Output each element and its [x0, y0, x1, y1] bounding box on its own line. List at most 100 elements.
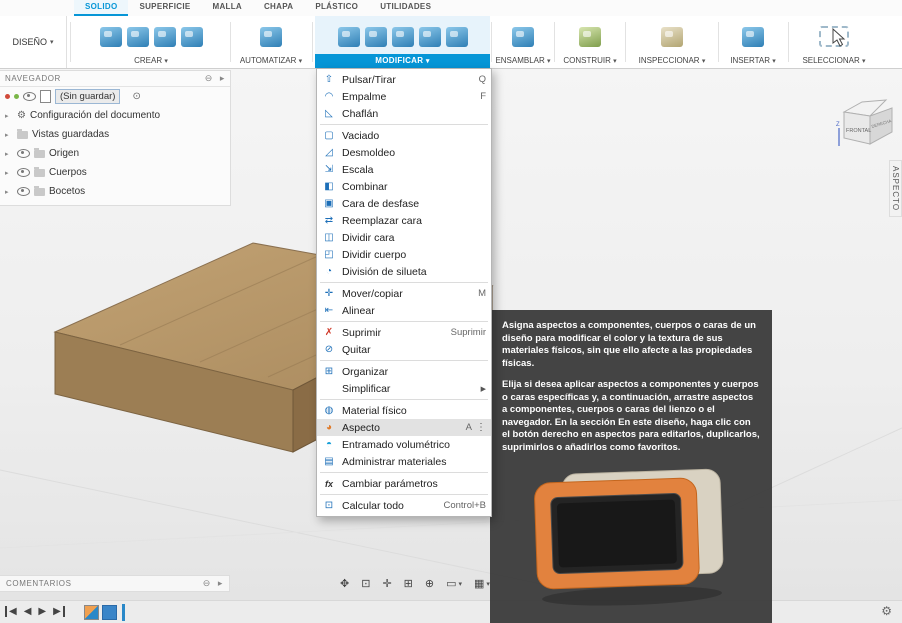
menu-item-mover-copiar[interactable]: ✛ Mover/copiar M — [317, 285, 491, 302]
go-to-start-icon[interactable]: ◀ — [5, 606, 17, 617]
modificar-menu-button[interactable]: MODIFICAR ▾ — [315, 54, 490, 68]
browser-row-doc-settings[interactable]: ▸ ⚙ Configuración del documento — [0, 106, 230, 125]
sweep-icon[interactable] — [153, 26, 176, 47]
tab-plastico[interactable]: PLÁSTICO — [304, 0, 369, 16]
construir-menu-button[interactable]: CONSTRUIR ▾ — [556, 55, 624, 68]
orbit-icon[interactable]: ✥ — [340, 577, 349, 590]
shell-icon[interactable] — [391, 27, 414, 47]
tab-superficie[interactable]: SUPERFICIE — [128, 0, 201, 16]
timeline-settings-gear-icon[interactable]: ⚙ — [881, 604, 892, 618]
insertar-menu-button[interactable]: INSERTAR ▾ — [720, 55, 786, 68]
zoom-window-icon[interactable]: ⊞ — [404, 577, 413, 590]
pan-icon[interactable]: ✛ — [382, 577, 391, 590]
menu-item-label: Pulsar/Tirar — [342, 73, 396, 86]
display-settings-icon[interactable]: ▭ ▾ — [446, 577, 462, 590]
play-icon[interactable]: ▶ — [38, 606, 46, 617]
activate-component-icon[interactable]: ⊙ — [132, 91, 140, 102]
fillet-icon[interactable] — [364, 27, 387, 47]
viewcube[interactable]: FRONTAL DERECHA Z — [834, 88, 898, 157]
pin-panel-icon[interactable]: ▸ — [220, 73, 225, 84]
go-to-end-icon[interactable]: ▶ — [53, 606, 65, 617]
timeline-extrude-feature-icon[interactable] — [102, 605, 117, 620]
automatizar-menu-button[interactable]: AUTOMATIZAR ▾ — [232, 55, 310, 68]
browser-row-origin[interactable]: ▸ Origen — [0, 144, 230, 163]
browser-row-bodies[interactable]: ▸ Cuerpos — [0, 163, 230, 182]
menu-item-label: Dividir cara — [342, 231, 395, 244]
browser-row-document[interactable]: (Sin guardar) ⊙ — [0, 87, 230, 106]
menu-item-division-de-silueta[interactable]: ◔ División de silueta — [317, 263, 491, 280]
collapse-panel-icon[interactable]: ⊖ — [203, 578, 211, 589]
menu-item-chaflan[interactable]: ◺ Chaflán — [317, 105, 491, 122]
menu-item-escala[interactable]: ⇲ Escala — [317, 161, 491, 178]
insert-icon[interactable] — [742, 26, 764, 47]
look-at-icon[interactable]: ⊡ — [361, 577, 370, 590]
browser-row-sketches[interactable]: ▸ Bocetos — [0, 182, 230, 201]
menu-item-vaciado[interactable]: ▢ Vaciado — [317, 127, 491, 144]
timeline-marker[interactable] — [122, 604, 125, 621]
menu-item-aspecto[interactable]: ◕ Aspecto A ⋮ — [317, 419, 491, 436]
tab-chapa[interactable]: CHAPA — [253, 0, 304, 16]
timeline-playback-controls: ◀ ◀ ▶ ▶ — [5, 606, 65, 617]
design-workspace-dropdown[interactable]: DISEÑO ▾ — [0, 16, 67, 68]
document-name[interactable]: (Sin guardar) — [55, 89, 121, 104]
more-options-icon[interactable]: ⋮ — [476, 422, 486, 433]
menu-item-cara-de-desfase[interactable]: ▣ Cara de desfase — [317, 195, 491, 212]
automate-icon[interactable] — [260, 26, 282, 47]
expand-chevron-icon[interactable]: ▸ — [5, 150, 13, 158]
menu-item-combinar[interactable]: ◧ Combinar — [317, 178, 491, 195]
menu-item-desmoldeo[interactable]: ◿ Desmoldeo — [317, 144, 491, 161]
menu-item-entramado-volumetrico[interactable]: ◓ Entramado volumétrico — [317, 436, 491, 453]
ensamblar-menu-button[interactable]: ENSAMBLAR ▾ — [493, 55, 553, 68]
extrude-icon[interactable] — [99, 26, 122, 47]
tab-solido[interactable]: SOLIDO — [74, 0, 129, 16]
menu-item-suprimir[interactable]: ✗ Suprimir Suprimir — [317, 324, 491, 341]
folder-icon — [34, 166, 45, 177]
visibility-eye-icon[interactable] — [17, 187, 30, 196]
construction-plane-icon[interactable] — [579, 26, 601, 47]
menu-item-dividir-cara[interactable]: ◫ Dividir cara — [317, 229, 491, 246]
aspect-panel-tab[interactable]: ASPECTO — [889, 160, 902, 218]
split-icon[interactable] — [445, 27, 468, 47]
menu-item-pulsar-tirar[interactable]: ⇧ Pulsar/Tirar Q — [317, 71, 491, 88]
visibility-eye-icon[interactable] — [17, 168, 30, 177]
expand-chevron-icon[interactable]: ▸ — [5, 188, 13, 196]
step-back-icon[interactable]: ◀ — [24, 606, 32, 617]
menu-item-calcular-todo[interactable]: ⊡ Calcular todo Control+B — [317, 497, 491, 514]
collapse-panel-icon[interactable]: ⊖ — [205, 73, 213, 84]
pin-panel-icon[interactable]: ▸ — [218, 578, 223, 589]
press-pull-icon[interactable] — [337, 27, 360, 47]
menu-item-shortcut: A — [465, 422, 472, 433]
menu-item-dividir-cuerpo[interactable]: ◰ Dividir cuerpo — [317, 246, 491, 263]
timeline-sketch-feature-icon[interactable] — [84, 605, 99, 620]
menu-item-empalme[interactable]: ◠ Empalme F — [317, 88, 491, 105]
menu-item-organizar[interactable]: ⊞ Organizar — [317, 363, 491, 380]
menu-item-cambiar-parametros[interactable]: fx Cambiar parámetros — [317, 475, 491, 492]
menu-item-alinear[interactable]: ⇤ Alinear — [317, 302, 491, 319]
revolve-icon[interactable] — [126, 26, 149, 47]
expand-chevron-icon[interactable]: ▸ — [5, 169, 13, 177]
menu-separator — [320, 494, 488, 495]
pattern-icon[interactable] — [180, 26, 203, 47]
visibility-eye-icon[interactable] — [17, 149, 30, 158]
viewports-icon[interactable]: ▦ ▾ — [474, 577, 490, 590]
seleccionar-menu-button[interactable]: SELECCIONAR ▾ — [790, 55, 878, 68]
expand-chevron-icon[interactable]: ▸ — [5, 131, 13, 139]
menu-item-administrar-materiales[interactable]: ▤ Administrar materiales — [317, 453, 491, 470]
measure-icon[interactable] — [661, 26, 683, 47]
zoom-icon[interactable]: ⊕ — [425, 577, 434, 590]
menu-item-quitar[interactable]: ⊘ Quitar — [317, 341, 491, 358]
menu-item-material-fisico[interactable]: ◍ Material físico — [317, 402, 491, 419]
main-toolbar: DISEÑO ▾ CREAR ▾ AUTOMATIZAR ▾ MODIFICAR… — [0, 16, 902, 69]
menu-item-reemplazar-cara[interactable]: ⇄ Reemplazar cara — [317, 212, 491, 229]
visibility-eye-icon[interactable] — [23, 92, 36, 101]
tab-malla[interactable]: MALLA — [201, 0, 253, 16]
tab-utilidades[interactable]: UTILIDADES — [369, 0, 442, 16]
status-dot-red-icon — [5, 94, 10, 99]
crear-menu-button[interactable]: CREAR ▾ — [74, 55, 228, 68]
assemble-icon[interactable] — [512, 26, 534, 47]
browser-row-named-views[interactable]: ▸ Vistas guardadas — [0, 125, 230, 144]
menu-item-simplificar[interactable]: Simplificar ▶ — [317, 380, 491, 397]
combine-icon[interactable] — [418, 27, 441, 47]
inspeccionar-menu-button[interactable]: INSPECCIONAR ▾ — [627, 55, 717, 68]
expand-chevron-icon[interactable]: ▸ — [5, 112, 13, 120]
